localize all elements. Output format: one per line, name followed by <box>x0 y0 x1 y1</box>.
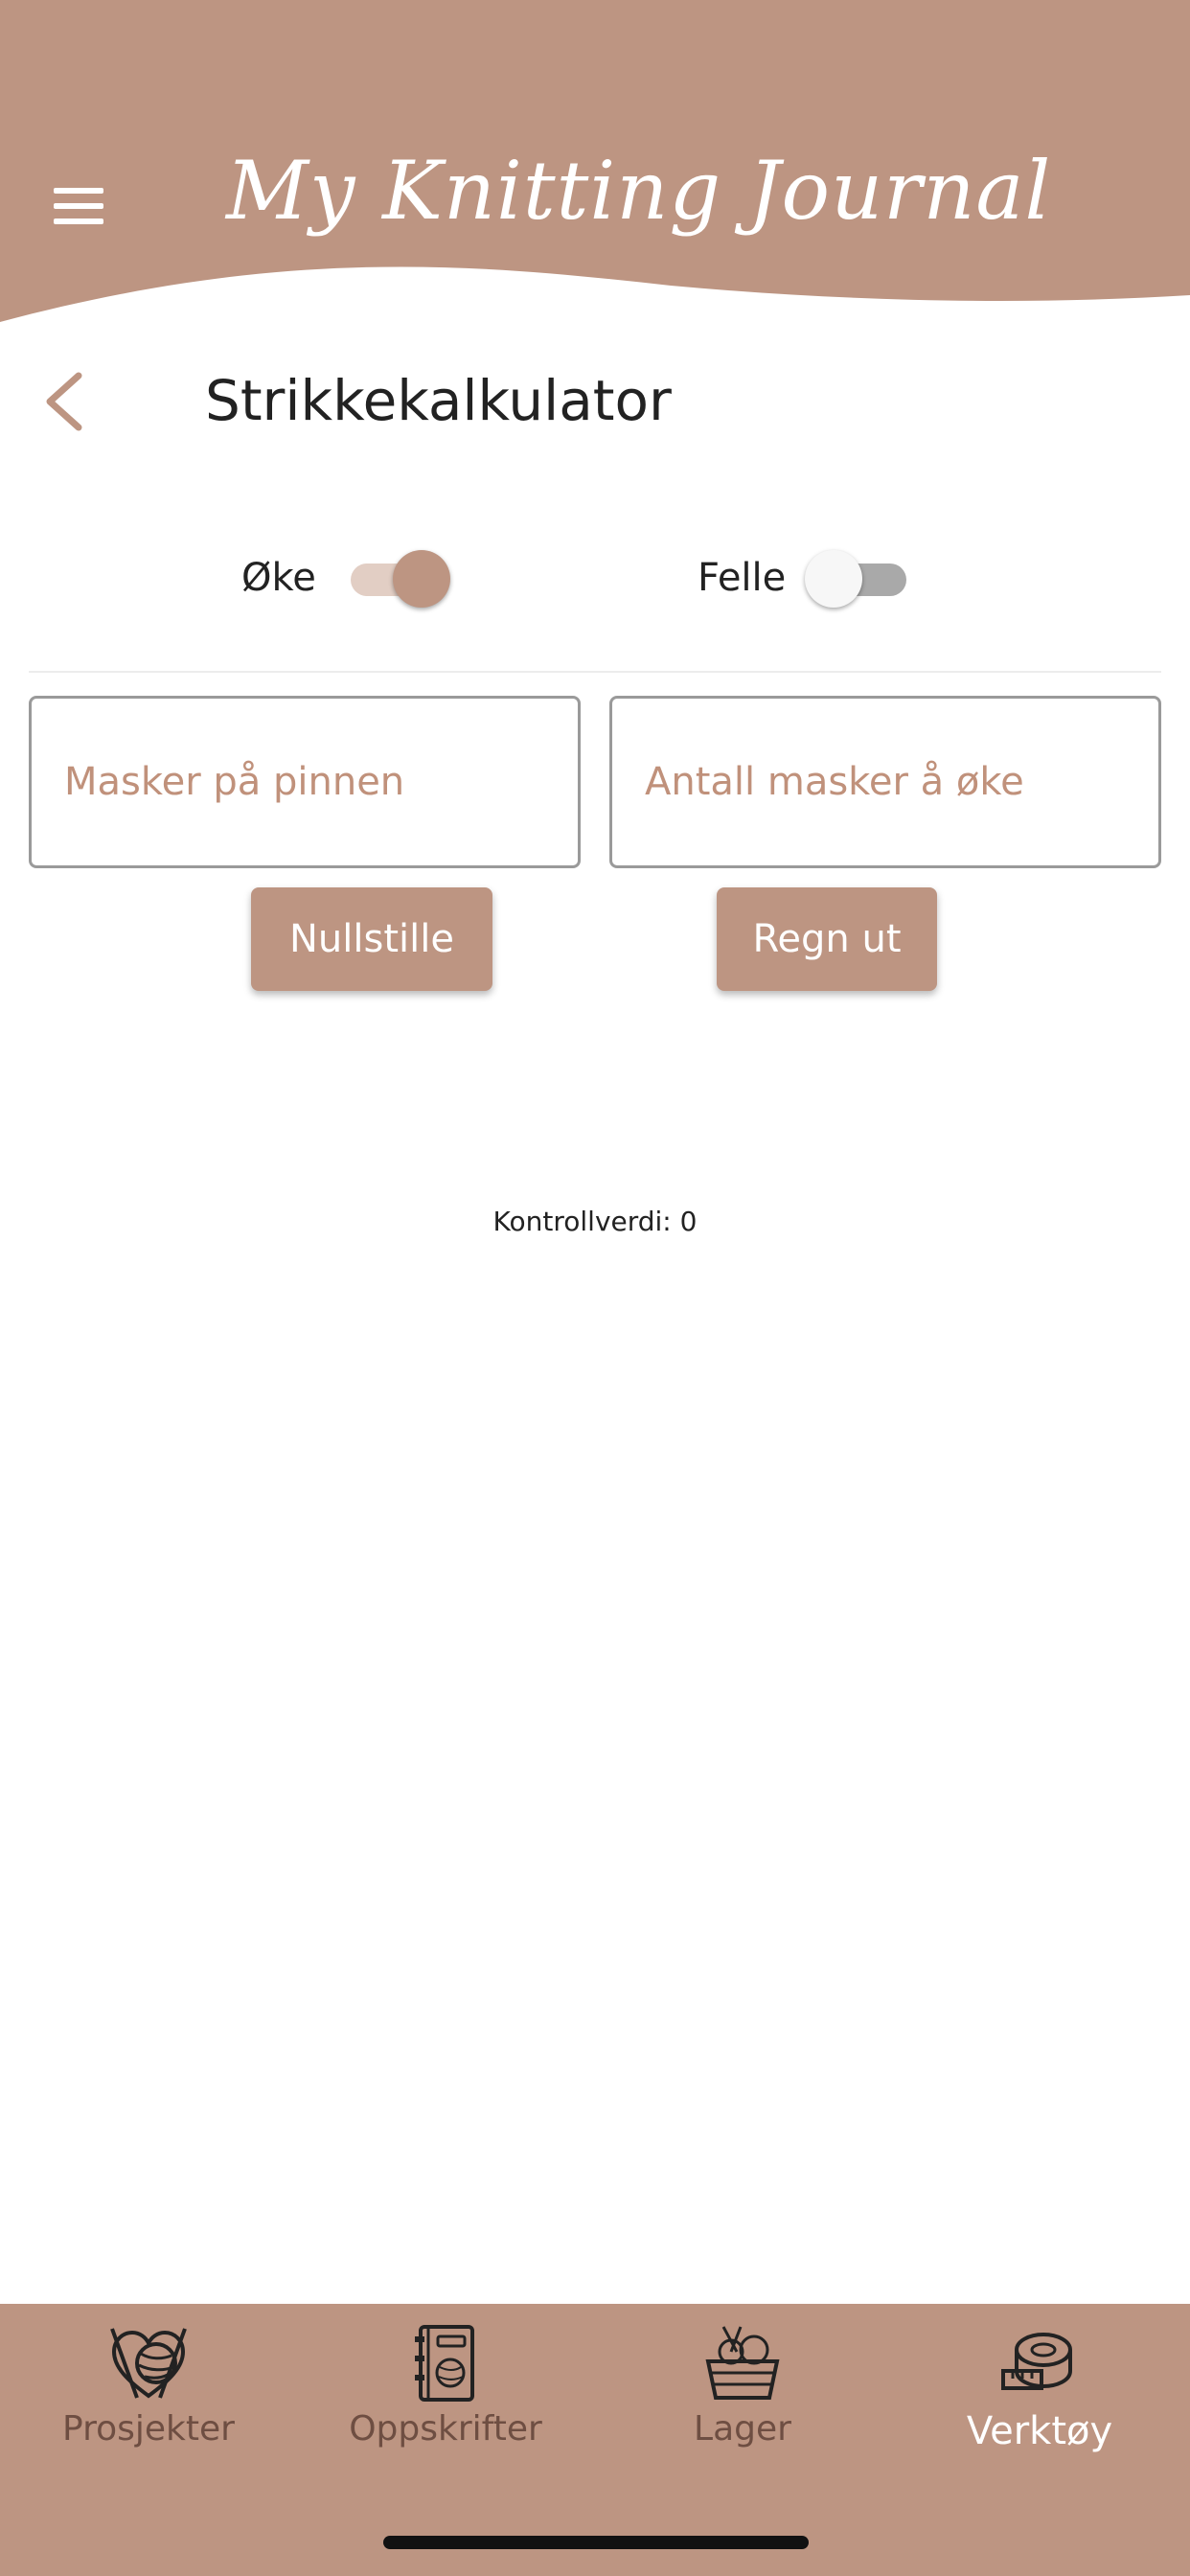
measuring-tape-icon <box>1001 2333 1072 2390</box>
divider <box>29 671 1161 673</box>
app-title: My Knitting Journal <box>226 144 1052 238</box>
reset-button[interactable]: Nullstille <box>251 887 492 991</box>
page-title: Strikkekalkulator <box>205 368 672 433</box>
back-chevron-icon[interactable] <box>38 368 96 435</box>
calculate-button[interactable]: Regn ut <box>717 887 937 991</box>
stitches-to-increase-input[interactable] <box>612 699 1158 865</box>
menu-icon[interactable] <box>50 184 111 230</box>
nav-item-label: Oppskrifter <box>349 2409 542 2449</box>
home-indicator <box>383 2536 809 2549</box>
nav-item-patterns[interactable]: Oppskrifter <box>297 2323 594 2467</box>
stitches-to-increase-field <box>609 696 1161 868</box>
app-header: My Knitting Journal <box>0 0 1190 326</box>
decrease-toggle-label: Felle <box>698 556 787 600</box>
nav-item-stash[interactable]: Lager <box>594 2323 891 2467</box>
nav-item-label: Prosjekter <box>62 2409 235 2449</box>
yarn-ball-icon <box>110 2328 187 2399</box>
increase-toggle[interactable] <box>343 544 450 611</box>
decrease-toggle[interactable] <box>803 544 908 611</box>
nav-item-tools[interactable]: Verktøy <box>891 2323 1188 2467</box>
control-value-text: Kontrollverdi: 0 <box>492 1206 698 1237</box>
stitches-on-needle-field <box>29 696 581 868</box>
nav-item-label: Verktøy <box>966 2409 1113 2453</box>
nav-item-projects[interactable]: Prosjekter <box>0 2323 297 2467</box>
stitches-on-needle-input[interactable] <box>32 699 578 865</box>
increase-toggle-label: Øke <box>241 556 316 600</box>
pattern-book-icon <box>415 2325 474 2402</box>
yarn-basket-icon <box>705 2326 780 2400</box>
nav-item-label: Lager <box>694 2409 791 2449</box>
